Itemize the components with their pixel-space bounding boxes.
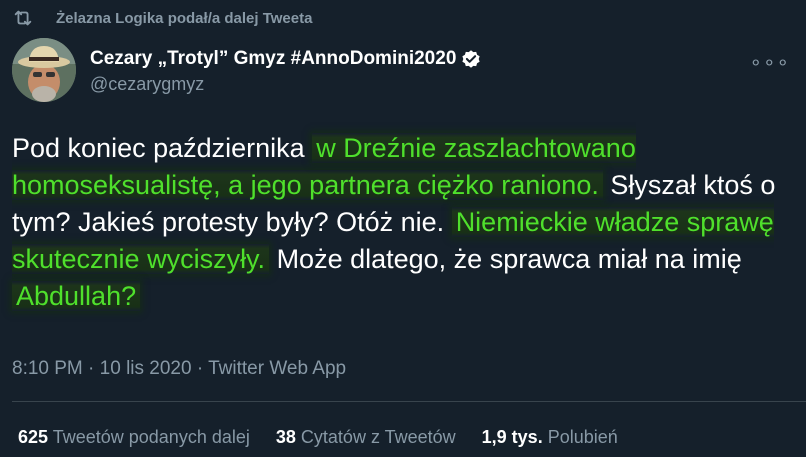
author-handle[interactable]: @cezarygmyz (90, 74, 482, 95)
avatar-image (12, 38, 76, 102)
verified-badge-icon (462, 50, 481, 68)
divider (12, 401, 806, 402)
retweet-icon (14, 10, 32, 26)
tweet-meta: 8:10 PM · 10 lis 2020 · Twitter Web App (12, 358, 346, 380)
tweet-header: Cezary „Trotyl” Gmyz #AnnoDomini2020 @ce… (12, 38, 482, 102)
tweet-text: Pod koniec października w Dreźnie zaszla… (12, 130, 797, 315)
tweet-date[interactable]: 10 lis 2020 (100, 358, 192, 379)
tweet-text-highlight: Abdullah? (12, 281, 141, 311)
meta-separator: · (82, 358, 100, 379)
tweet-time[interactable]: 8:10 PM (12, 358, 83, 379)
more-options-icon[interactable]: ∘∘∘ (749, 50, 790, 75)
likes-stat[interactable]: 1,9 tys. Polubień (482, 427, 618, 448)
retweet-context[interactable]: Żelazna Logika podał/a dalej Tweeta (12, 7, 312, 29)
tweet-text-segment: Pod koniec października (12, 133, 313, 163)
avatar[interactable] (12, 38, 76, 102)
quotes-count: 38 (275, 427, 296, 447)
retweets-count: 625 (18, 427, 49, 447)
meta-separator: · (191, 358, 209, 379)
tweet-stats: 625 Tweetów podanych dalej 38 Cytatów z … (18, 427, 644, 448)
tweet-source[interactable]: Twitter Web App (208, 358, 346, 379)
author-display-name[interactable]: Cezary „Trotyl” Gmyz #AnnoDomini2020 (90, 48, 456, 70)
tweet-text-segment: Może dlatego, że sprawca miał na imię (269, 244, 742, 274)
likes-label: Polubień (547, 427, 618, 447)
author-name-row[interactable]: Cezary „Trotyl” Gmyz #AnnoDomini2020 (90, 48, 482, 70)
retweets-stat[interactable]: 625 Tweetów podanych dalej (18, 427, 250, 448)
retweets-label: Tweetów podanych dalej (52, 427, 250, 447)
quotes-label: Cytatów z Tweetów (300, 427, 456, 447)
likes-count: 1,9 tys. (481, 427, 543, 447)
retweet-context-text: Żelazna Logika podał/a dalej Tweeta (56, 9, 313, 27)
quotes-stat[interactable]: 38 Cytatów z Tweetów (276, 427, 456, 448)
